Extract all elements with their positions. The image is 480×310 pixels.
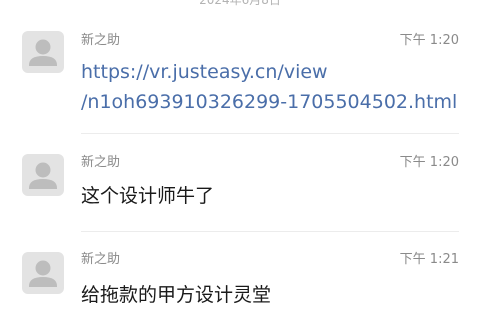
default-user-avatar-icon[interactable]	[22, 154, 64, 196]
message-time: 下午 1:21	[399, 252, 459, 267]
message-text[interactable]: 给拖款的甲方设计灵堂	[81, 280, 271, 310]
sender-name: 新之助	[81, 252, 121, 267]
chat-message: 新之助 下午 1:21 给拖款的甲方设计灵堂	[0, 232, 480, 306]
message-link[interactable]: https://vr.justeasy.cn/view /n1oh6939103…	[81, 57, 457, 117]
sender-name: 新之助	[81, 33, 121, 48]
default-user-avatar-icon[interactable]	[22, 252, 64, 294]
default-user-avatar-icon[interactable]	[22, 31, 64, 73]
link-line-1: https://vr.justeasy.cn/view	[81, 61, 328, 83]
chat-message: 新之助 下午 1:20 这个设计师牛了	[0, 134, 480, 234]
link-line-2: /n1oh693910326299-1705504502.html	[81, 91, 458, 113]
sender-name: 新之助	[81, 155, 121, 170]
message-time: 下午 1:20	[399, 33, 459, 48]
message-time: 下午 1:20	[399, 155, 459, 170]
chat-message: 新之助 下午 1:20 https://vr.justeasy.cn/view …	[0, 0, 480, 135]
message-text[interactable]: 这个设计师牛了	[81, 181, 214, 211]
